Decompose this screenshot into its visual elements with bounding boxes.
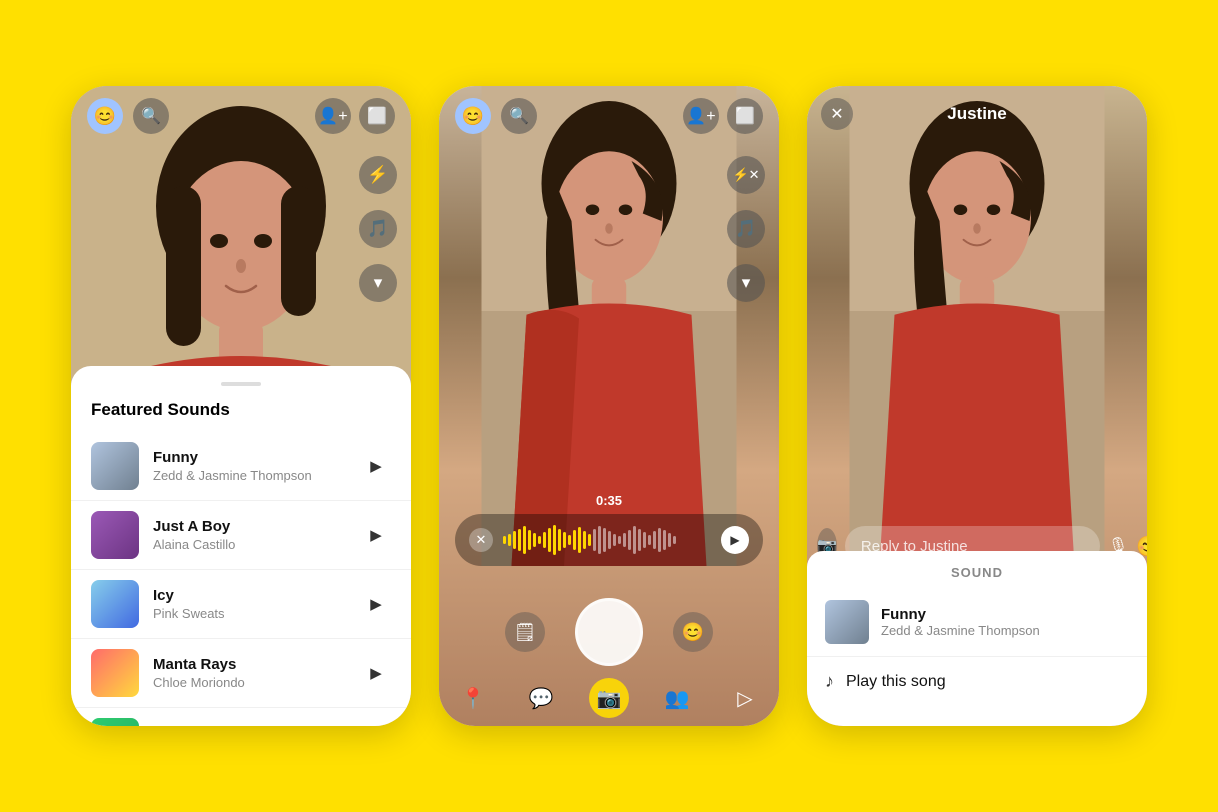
sound-song-thumb — [825, 600, 869, 644]
location-nav-button[interactable]: 📍 — [453, 678, 493, 718]
side-icons-2: ⚡✕ 🎵 ▾ — [727, 156, 765, 302]
flash-icon-1[interactable]: ⚡ — [359, 156, 397, 194]
sound-song-name: Funny — [881, 606, 1040, 623]
bottom-nav-2: 📍 💬 📷 👥 ▷ — [439, 670, 779, 726]
phone-3: ✕ Justine 📷 🎙 😊 🗒 SOUND Funny Zedd & Jas… — [807, 86, 1147, 726]
song-info-4: Manta Rays Chloe Moriondo — [153, 656, 361, 690]
waveform-play-button[interactable]: ▶ — [721, 526, 749, 554]
top-bar-right-1: 👤+ ⬜ — [315, 98, 395, 134]
top-bar-left-1: 😊 🔍 — [87, 98, 169, 134]
flip-camera-button-1[interactable]: ⬜ — [359, 98, 395, 134]
list-item[interactable]: Can I Call You Tonight Dayglow ▶ — [71, 708, 411, 726]
song-info-5: Can I Call You Tonight Dayglow — [153, 725, 361, 726]
sound-song-item: Funny Zedd & Jasmine Thompson — [807, 588, 1147, 657]
flip-camera-button-2[interactable]: ⬜ — [727, 98, 763, 134]
chevron-down-icon-2[interactable]: ▾ — [727, 264, 765, 302]
play-button-1[interactable]: ▶ — [361, 451, 391, 481]
sound-label: SOUND — [807, 551, 1147, 588]
song-thumb-manta — [91, 649, 139, 697]
contact-title: Justine — [947, 104, 1007, 124]
drag-handle-1 — [221, 382, 261, 386]
play-this-song-label: Play this song — [846, 673, 946, 691]
music-note-icon: ♪ — [825, 671, 834, 692]
top-bar-right-2: 👤+ ⬜ — [683, 98, 763, 134]
play-button-3[interactable]: ▶ — [361, 589, 391, 619]
add-friend-button-2[interactable]: 👤+ — [683, 98, 719, 134]
song-thumb-funny — [91, 442, 139, 490]
chat-nav-button[interactable]: 💬 — [521, 678, 561, 718]
flash-off-icon-2[interactable]: ⚡✕ — [727, 156, 765, 194]
featured-sounds-panel: Featured Sounds Funny Zedd & Jasmine Tho… — [71, 366, 411, 726]
list-item[interactable]: Manta Rays Chloe Moriondo ▶ — [71, 639, 411, 708]
emoji-button[interactable]: 😊 — [673, 612, 713, 652]
friends-nav-button[interactable]: 👥 — [657, 678, 697, 718]
sound-song-artist: Zedd & Jasmine Thompson — [881, 623, 1040, 638]
music-icon-1[interactable]: 🎵 — [359, 210, 397, 248]
shutter-button[interactable] — [575, 598, 643, 666]
list-item[interactable]: Icy Pink Sweats ▶ — [71, 570, 411, 639]
list-item[interactable]: Just A Boy Alaina Castillo ▶ — [71, 501, 411, 570]
top-bar-left-2: 😊 🔍 — [455, 98, 537, 134]
list-item[interactable]: Funny Zedd & Jasmine Thompson ▶ — [71, 432, 411, 501]
close-button[interactable]: ✕ — [821, 98, 853, 130]
song-info-3: Icy Pink Sweats — [153, 587, 361, 621]
camera-nav-button[interactable]: 📷 — [589, 678, 629, 718]
side-icons-1: ⚡ 🎵 ▾ — [359, 156, 397, 302]
phone-2: 😊 🔍 👤+ ⬜ ⚡✕ 🎵 ▾ 0:35 ✕ ▶ 🗒 😊 📍 💬 — [439, 86, 779, 726]
search-button-2[interactable]: 🔍 — [501, 98, 537, 134]
phone-1: 😊 🔍 👤+ ⬜ ⚡ 🎵 ▾ Featured Sounds Funny Zed… — [71, 86, 411, 726]
sticker-button[interactable]: 🗒 — [505, 612, 545, 652]
top-bar-2: 😊 🔍 👤+ ⬜ — [439, 86, 779, 146]
camera-controls-2: 🗒 😊 — [439, 598, 779, 666]
music-icon-2[interactable]: 🎵 — [727, 210, 765, 248]
reply-title-bar: ✕ Justine — [807, 86, 1147, 142]
waveform-container: 0:35 ✕ ▶ — [455, 493, 763, 566]
chevron-down-icon-1[interactable]: ▾ — [359, 264, 397, 302]
avatar-button-2[interactable]: 😊 — [455, 98, 491, 134]
avatar-button-1[interactable]: 😊 — [87, 98, 123, 134]
panel-title: Featured Sounds — [71, 400, 411, 432]
song-info-1: Funny Zedd & Jasmine Thompson — [153, 449, 361, 483]
song-thumb-icy — [91, 580, 139, 628]
woman-photo-3 — [807, 86, 1147, 566]
sound-song-info: Funny Zedd & Jasmine Thompson — [881, 606, 1040, 638]
top-bar-1: 😊 🔍 👤+ ⬜ — [71, 86, 411, 146]
waveform-row: ✕ ▶ — [455, 514, 763, 566]
play-button-4[interactable]: ▶ — [361, 658, 391, 688]
song-thumb-call — [91, 718, 139, 726]
send-nav-button[interactable]: ▷ — [725, 678, 765, 718]
add-friend-button-1[interactable]: 👤+ — [315, 98, 351, 134]
play-this-song-button[interactable]: ♪ Play this song — [807, 657, 1147, 706]
waveform-close-button[interactable]: ✕ — [469, 528, 493, 552]
sound-dropdown: SOUND Funny Zedd & Jasmine Thompson ♪ Pl… — [807, 551, 1147, 726]
song-thumb-boy — [91, 511, 139, 559]
play-button-2[interactable]: ▶ — [361, 520, 391, 550]
waveform-time: 0:35 — [455, 493, 763, 508]
waveform-bars — [503, 524, 711, 556]
song-list: Funny Zedd & Jasmine Thompson ▶ Just A B… — [71, 432, 411, 726]
song-info-2: Just A Boy Alaina Castillo — [153, 518, 361, 552]
search-button-1[interactable]: 🔍 — [133, 98, 169, 134]
